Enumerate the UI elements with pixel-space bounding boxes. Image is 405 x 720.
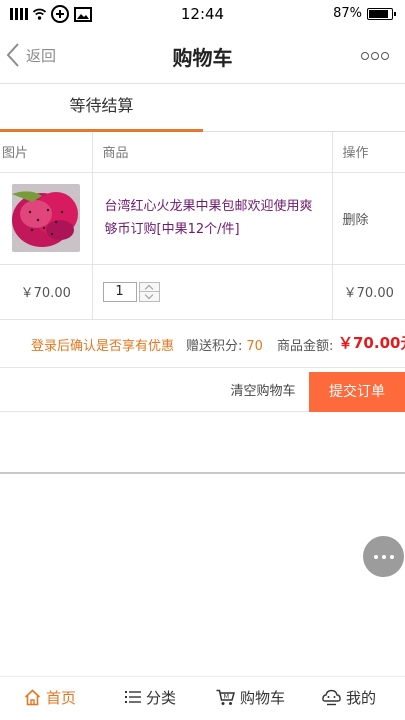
- cart-action-bar: 清空购物车 提交订单: [0, 372, 405, 412]
- unit-price: ￥70.00: [0, 263, 93, 320]
- more-dot-icon: [381, 52, 389, 60]
- product-name-link[interactable]: 台湾红心火龙果中果包邮欢迎使用爽够币订购[中果12个/件]: [91, 171, 333, 265]
- nav-label: 购物车: [240, 688, 286, 707]
- battery-percent: 87%: [333, 6, 362, 21]
- user-icon: [322, 689, 341, 705]
- tab-label: 等待结算: [69, 96, 134, 115]
- order-summary: 登录后确认是否享有优惠 赠送积分:70 商品金额: ￥70.00元: [0, 318, 405, 368]
- quantity-input[interactable]: 1: [102, 281, 137, 302]
- divider: [0, 472, 405, 474]
- bonus-points: 赠送积分: 70: [186, 335, 263, 354]
- nav-item-mine[interactable]: 我的: [322, 677, 376, 717]
- dot-icon: [389, 554, 394, 559]
- nav-item-cart[interactable]: M 购物车: [216, 677, 285, 717]
- column-header-image: 图片: [0, 132, 93, 173]
- more-options-button[interactable]: [361, 52, 389, 60]
- delete-button[interactable]: 删除: [331, 171, 405, 265]
- battery-level: [369, 9, 389, 18]
- quantity-stepper: 1: [93, 265, 332, 319]
- dot-icon: [381, 554, 386, 559]
- table-row: 台湾红心火龙果中果包邮欢迎使用爽够币订购[中果12个/件] 删除: [0, 171, 405, 265]
- column-header-action: 操作: [331, 132, 405, 173]
- login-tip-link[interactable]: 登录后确认是否享有优惠: [31, 335, 174, 354]
- dot-icon: [373, 554, 378, 559]
- more-dot-icon: [361, 52, 369, 60]
- tab-pending-checkout[interactable]: 等待结算: [0, 85, 203, 132]
- submit-order-button[interactable]: 提交订单: [309, 372, 405, 412]
- quantity-cell: 1: [91, 263, 333, 320]
- points-value: 70: [246, 339, 263, 354]
- more-dot-icon: [371, 52, 379, 60]
- product-image[interactable]: [12, 184, 80, 252]
- nav-label: 我的: [346, 688, 377, 707]
- table-header-row: 图片 商品 操作: [0, 132, 405, 173]
- list-icon: [125, 691, 141, 703]
- status-right: 87%: [333, 6, 396, 21]
- app-header: 返回 购物车: [0, 28, 405, 84]
- home-icon: [24, 688, 41, 705]
- points-label: 赠送积分:: [186, 339, 243, 354]
- tab-bar: 等待结算: [0, 85, 405, 132]
- nav-item-category[interactable]: 分类: [125, 677, 176, 717]
- subtotal-price: ￥70.00: [331, 263, 405, 320]
- svg-text:M: M: [224, 692, 230, 700]
- quantity-steps: [138, 281, 160, 302]
- battery-icon: [367, 7, 396, 20]
- cart-table: 图片 商品 操作 台湾红心火龙果中果包邮欢迎使用爽够币订购[中果12个/件] 删…: [0, 132, 405, 320]
- product-image-cell: [0, 171, 93, 265]
- floating-more-button[interactable]: [363, 536, 404, 577]
- cart-icon: M: [216, 689, 235, 705]
- clear-cart-button[interactable]: 清空购物车: [218, 372, 308, 412]
- status-bar: 12:44 87%: [0, 0, 405, 28]
- table-row: ￥70.00 1 ￥70.00: [0, 263, 405, 320]
- column-header-product: 商品: [91, 132, 333, 173]
- amount-value: ￥70.00元: [338, 334, 405, 352]
- page-title: 购物车: [172, 46, 233, 70]
- nav-label: 分类: [146, 688, 177, 707]
- decrement-button[interactable]: [138, 292, 160, 302]
- nav-item-home[interactable]: 首页: [24, 677, 76, 717]
- nav-label: 首页: [46, 688, 77, 707]
- bottom-nav: 首页 分类 M 购物车 我的: [0, 676, 405, 720]
- amount-label: 商品金额:: [277, 339, 334, 354]
